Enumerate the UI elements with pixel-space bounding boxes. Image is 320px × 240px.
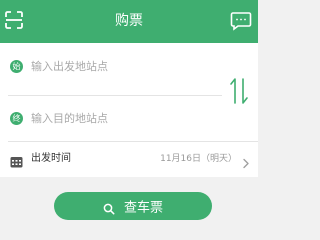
ticket-search-form: 始 输入出发地站点 终 输入目的地站点 出发时间 11月16日（明天） [0,43,258,177]
departure-date-row[interactable]: 出发时间 11月16日（明天） [0,142,258,177]
destination-placeholder: 输入目的地站点 [31,112,108,125]
message-icon[interactable] [230,11,252,31]
calendar-icon [10,153,23,168]
departure-date-value: 11月16日（明天） [160,154,237,164]
destination-badge: 终 [10,112,23,125]
destination-station-field[interactable]: 终 输入目的地站点 [0,104,222,134]
search-tickets-button[interactable]: 查车票 [54,192,212,220]
departure-date-label: 出发时间 [31,153,71,164]
search-button-label: 查车票 [124,200,164,216]
chevron-right-icon [242,154,250,169]
divider [8,95,222,96]
swap-icon[interactable] [228,75,250,107]
departure-station-field[interactable]: 始 输入出发地站点 [0,52,222,82]
departure-badge: 始 [10,60,23,73]
page-title: 购票 [115,13,143,29]
departure-placeholder: 输入出发地站点 [31,60,108,73]
search-icon [103,203,115,214]
app-header: 购票 [0,0,258,43]
